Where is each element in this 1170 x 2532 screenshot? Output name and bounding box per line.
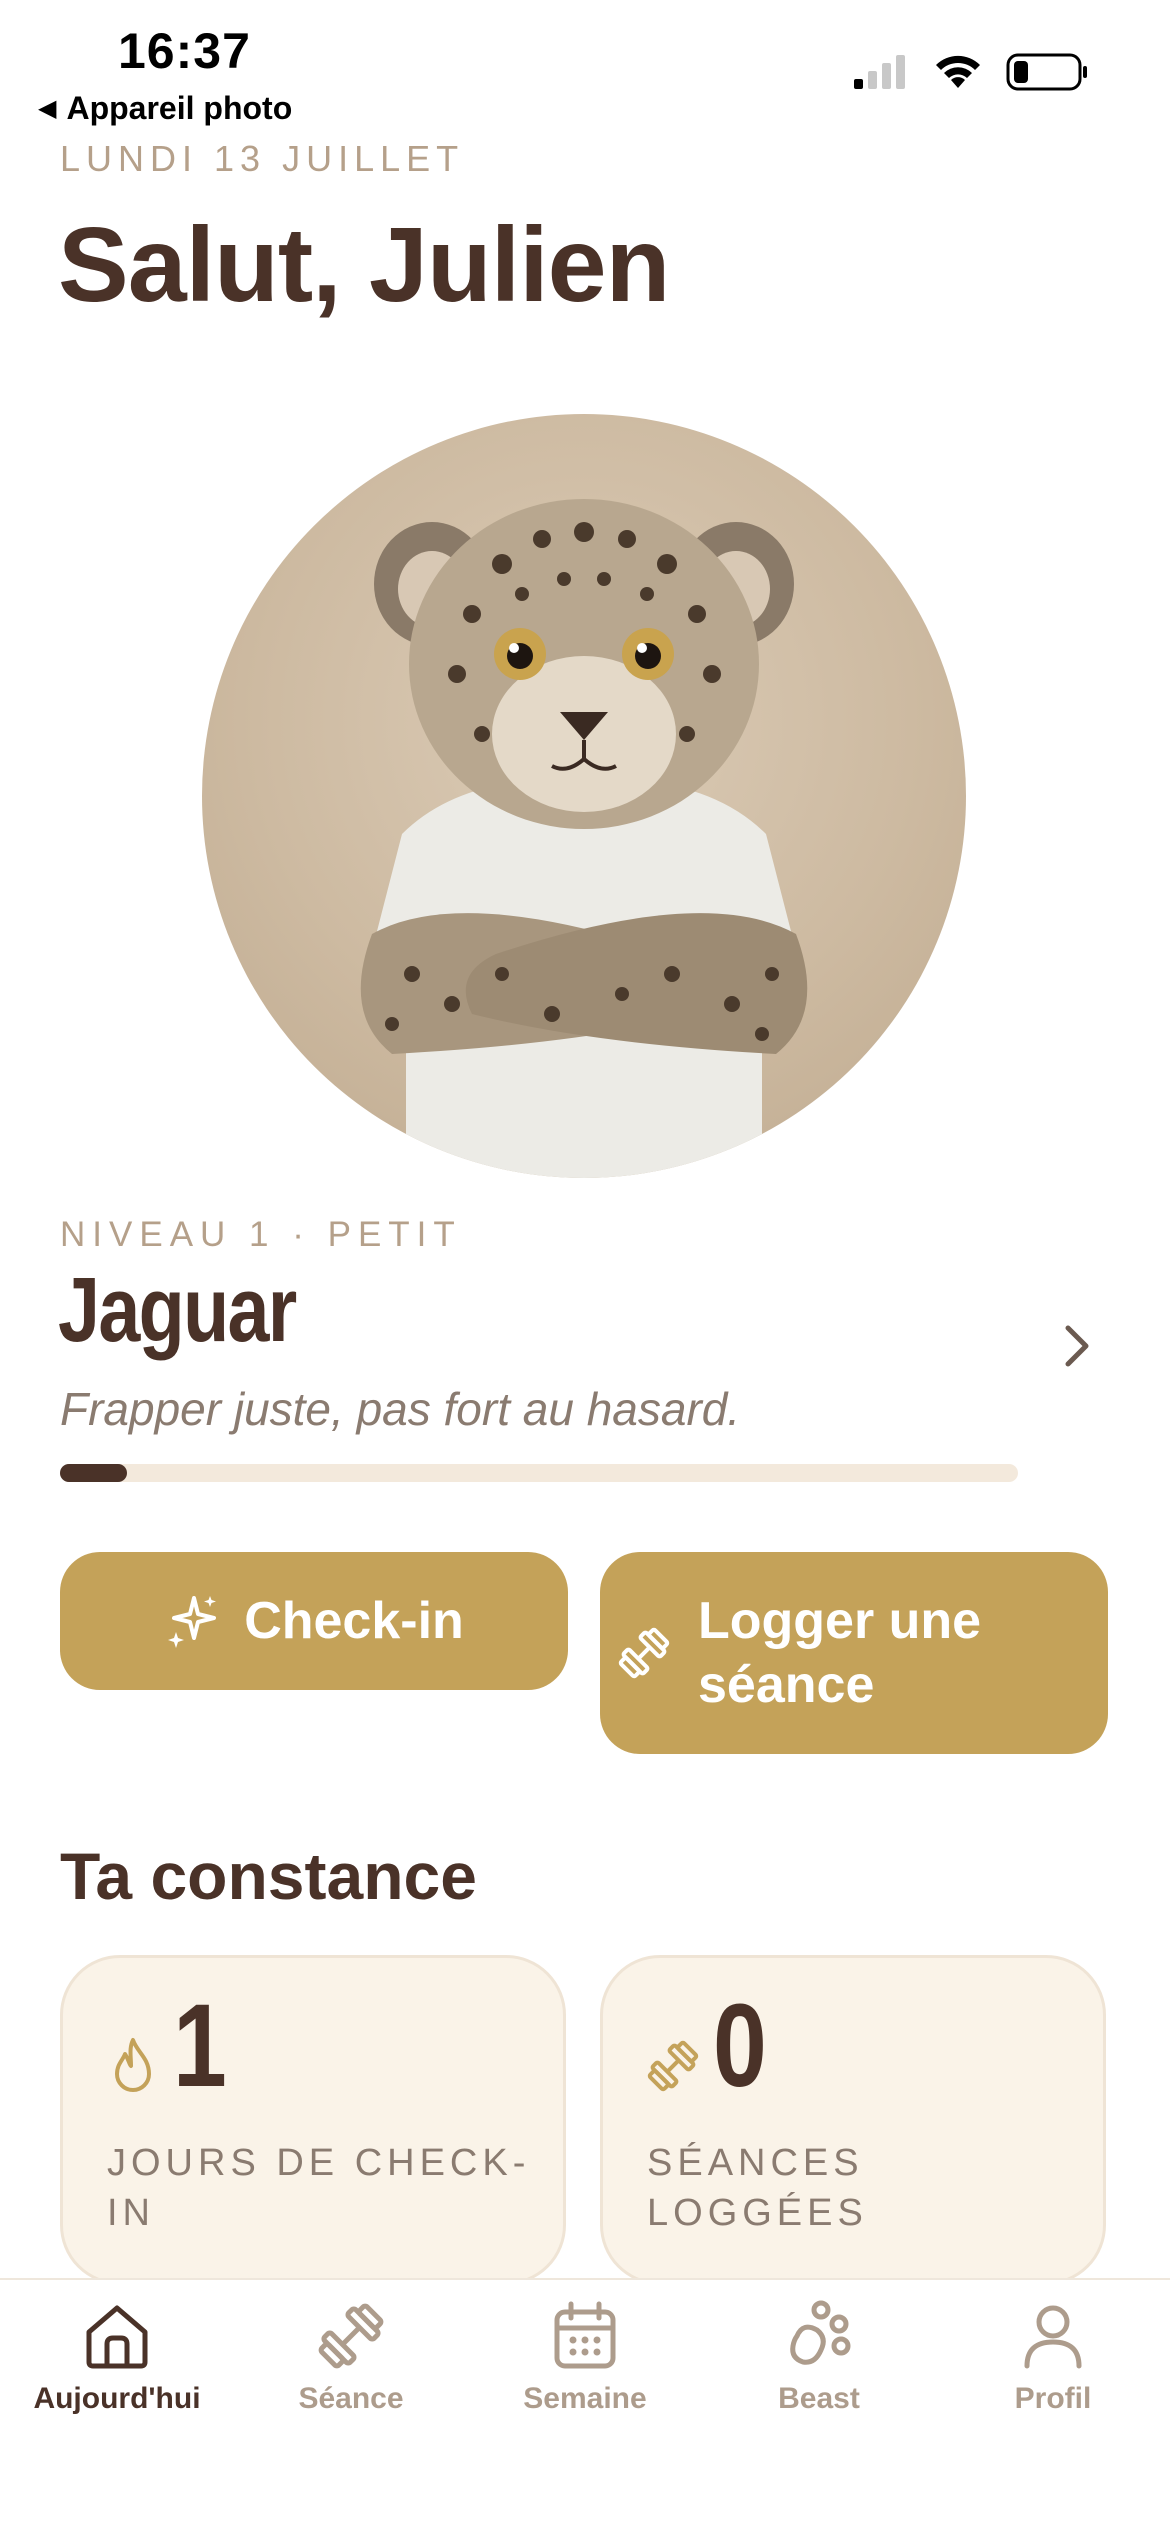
constancy-title: Ta constance: [60, 1839, 477, 1913]
jaguar-illustration: [360, 499, 808, 1178]
log-label-line2: séance: [698, 1656, 875, 1714]
logged-sessions-card: 0 SÉANCES LOGGÉES: [600, 1955, 1106, 2285]
status-icons: [852, 52, 1090, 92]
home-icon: [86, 2305, 148, 2369]
back-to-app-link[interactable]: ◀ Appareil photo: [38, 90, 292, 127]
beast-avatar[interactable]: [202, 414, 966, 1178]
tab-week[interactable]: Semaine: [468, 2300, 702, 2416]
checkin-label: Check-in: [244, 1592, 464, 1650]
logged-sessions-value: 0: [713, 1980, 767, 2112]
checkin-days-value: 1: [173, 1980, 227, 2112]
level-progress-fill: [60, 1464, 128, 1482]
beast-name[interactable]: Jaguar: [58, 1258, 297, 1363]
signal-icon: [854, 55, 905, 89]
tab-profile[interactable]: Profil: [936, 2300, 1170, 2416]
wifi-icon: [936, 55, 980, 88]
dumbbell-icon: [618, 1627, 670, 1679]
sparkle-icon: [168, 1596, 217, 1648]
chevron-right-icon[interactable]: [1060, 1322, 1096, 1370]
tab-week-label: Semaine: [523, 2382, 647, 2415]
status-time: 16:37: [118, 23, 251, 79]
tab-today[interactable]: Aujourd'hui: [0, 2300, 234, 2416]
log-session-button[interactable]: Logger une séance: [600, 1552, 1108, 1754]
tab-beast[interactable]: Beast: [702, 2300, 936, 2416]
checkin-button[interactable]: Check-in: [60, 1552, 568, 1690]
checkin-days-label: JOURS DE CHECK-IN: [107, 2142, 531, 2234]
current-date: LUNDI 13 JUILLET: [60, 138, 465, 179]
bottom-tab-bar: Aujourd'hui Séance Semaine Beast Profil: [0, 2278, 1170, 2532]
log-session-label: Logger une séance: [698, 1589, 981, 1717]
dumbbell-icon: [318, 2303, 384, 2369]
tab-profile-label: Profil: [1014, 2382, 1092, 2415]
beast-motto: Frapper juste, pas fort au hasard.: [60, 1383, 741, 1435]
level-progress-bar: [60, 1464, 1018, 1482]
tab-today-label: Aujourd'hui: [33, 2382, 201, 2415]
flame-icon: [115, 2038, 151, 2092]
dumbbell-icon: [647, 2040, 699, 2092]
beast-level-label: NIVEAU 1 · PETIT: [60, 1215, 462, 1254]
back-arrow-icon: ◀: [38, 95, 57, 122]
tab-session-label: Séance: [298, 2382, 404, 2415]
greeting-title: Salut, Julien: [58, 206, 670, 324]
checkin-days-card: 1 JOURS DE CHECK-IN: [60, 1955, 566, 2285]
user-icon: [1024, 2305, 1082, 2369]
calendar-icon: [554, 2301, 616, 2369]
back-app-label: Appareil photo: [66, 90, 293, 126]
tab-beast-label: Beast: [778, 2382, 860, 2415]
today-screen: 16:37 ◀ Appareil photo LUNDI 13 JUILLET …: [0, 0, 1170, 2532]
log-label-line1: Logger une: [698, 1592, 982, 1650]
tab-session[interactable]: Séance: [234, 2300, 468, 2416]
paw-icon: [790, 2300, 851, 2365]
battery-icon: [1006, 53, 1087, 91]
logged-sessions-label: SÉANCES LOGGÉES: [647, 2142, 868, 2234]
